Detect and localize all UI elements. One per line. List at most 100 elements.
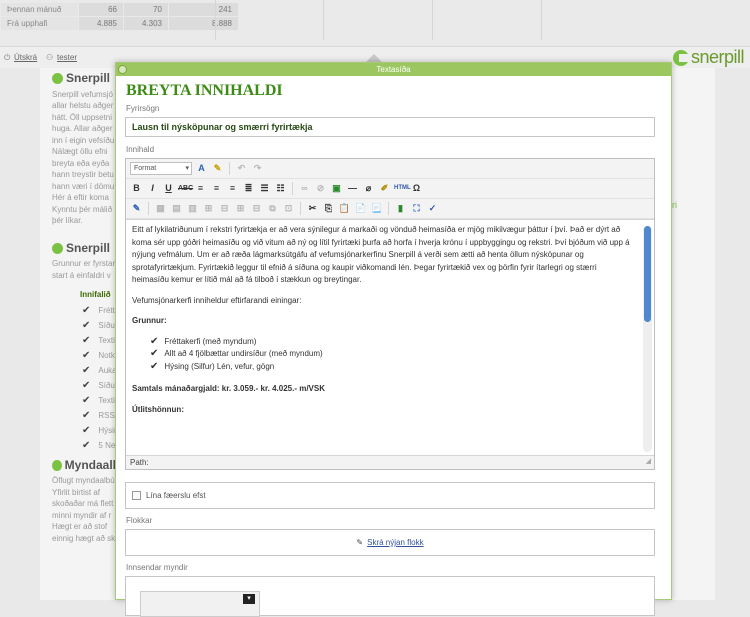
underline-icon[interactable]: U bbox=[162, 182, 175, 195]
title-field-label: Fyrirsögn bbox=[126, 104, 160, 113]
section-text: Grunnur er fyrstar start á einfaldri v bbox=[52, 259, 116, 280]
fullscreen-icon[interactable]: ⛶ bbox=[410, 202, 423, 215]
stats-divider bbox=[323, 0, 324, 40]
title-input[interactable]: Lausn til nýsköpunar og smærri fyrirtækj… bbox=[125, 117, 655, 137]
editor-path-bar: Path: bbox=[126, 455, 654, 469]
scrollbar-thumb[interactable] bbox=[644, 226, 651, 322]
images-box: ▾ bbox=[125, 576, 655, 617]
section-text: Öflugt myndaalbúm Yfirlit birtist af sko… bbox=[52, 476, 120, 543]
section-heading: Snerpill bbox=[52, 242, 120, 255]
strikethrough-icon[interactable]: ABC bbox=[178, 182, 193, 195]
logout-icon: ⏻ bbox=[4, 53, 11, 62]
align-center-icon[interactable]: ≡ bbox=[210, 182, 223, 195]
stats-cell: 66 bbox=[78, 2, 124, 17]
editor-scrollbar[interactable] bbox=[643, 226, 652, 452]
table-props-icon[interactable]: ▥ bbox=[186, 202, 199, 215]
insert-col-icon[interactable]: ⊞ bbox=[234, 202, 247, 215]
table-row-icon[interactable]: ▤ bbox=[170, 202, 183, 215]
align-right-icon[interactable]: ≡ bbox=[226, 182, 239, 195]
unlink-icon[interactable]: ⊘ bbox=[314, 182, 327, 195]
numbered-list-icon[interactable]: ☷ bbox=[274, 182, 287, 195]
paste-icon[interactable]: 📋 bbox=[338, 202, 351, 215]
content-field-label: Innihald bbox=[126, 145, 155, 154]
check-icon: ✔ bbox=[82, 394, 91, 406]
line-checkbox[interactable] bbox=[132, 491, 141, 500]
background-fragment: ri bbox=[672, 200, 677, 210]
stats-divider bbox=[541, 0, 542, 40]
content-paragraph: Vefumsjónarkerfi inniheldur eftirfarandi… bbox=[132, 295, 302, 305]
delete-row-icon[interactable]: ⊟ bbox=[218, 202, 231, 215]
link-icon[interactable]: ∞ bbox=[298, 182, 311, 195]
stats-row-label: Þennan mánuð bbox=[0, 2, 79, 17]
table-icon[interactable]: ▦ bbox=[154, 202, 167, 215]
editor-toolbar-row: B I U ABC ≡ ≡ ≡ ≣ ☰ ☷ ∞ ⊘ ▣ — ⌀ ✐ HTML Ω bbox=[126, 179, 654, 199]
list-item: ✔ Hýsing (Silfur) Lén, vefur, gögn bbox=[150, 360, 275, 372]
page-title: BREYTA INNIHALDI bbox=[126, 82, 283, 99]
check-icon: ✔ bbox=[150, 360, 159, 372]
list-item: ✔ Allt að 4 fjölbættar undirsíður (með my… bbox=[150, 348, 323, 359]
editor-content[interactable]: Eitt af lykilatriðunum í rekstri fyrirtæ… bbox=[126, 219, 654, 455]
cut-icon[interactable]: ✂ bbox=[306, 202, 319, 215]
snerpill-logo-icon bbox=[672, 49, 689, 66]
toolbar-separator bbox=[388, 202, 389, 215]
highlight-icon[interactable]: ✎ bbox=[211, 162, 224, 175]
clean-icon[interactable]: ✐ bbox=[378, 182, 391, 195]
image-icon[interactable]: ▣ bbox=[330, 182, 343, 195]
split-cells-icon[interactable]: ⊡ bbox=[282, 202, 295, 215]
logout-link[interactable]: Útskrá bbox=[14, 53, 37, 62]
user-link[interactable]: tester bbox=[57, 53, 77, 62]
stats-cell: 4.303 bbox=[123, 16, 169, 31]
remove-format-icon[interactable]: ⌀ bbox=[362, 182, 375, 195]
background-content: Snerpill Snerpill vefumsjó allar helstu … bbox=[50, 68, 134, 544]
italic-icon[interactable]: I bbox=[146, 182, 159, 195]
check-icon: ✔ bbox=[82, 424, 91, 436]
toolbar-separator bbox=[148, 202, 149, 215]
brand-name: snerpill bbox=[690, 47, 745, 67]
line-checkbox-label: Lína fæerslu efst bbox=[146, 491, 206, 500]
html-icon[interactable]: HTML bbox=[394, 182, 411, 195]
dialog-pointer bbox=[366, 54, 382, 62]
line-option-box: Lína fæerslu efst bbox=[125, 482, 655, 509]
check-icon: ✔ bbox=[82, 349, 91, 361]
stats-divider bbox=[432, 0, 433, 40]
format-select[interactable]: Format bbox=[130, 162, 192, 175]
section-heading: Myndaalb bbox=[52, 459, 120, 472]
check-icon: ✔ bbox=[82, 439, 91, 451]
merge-cells-icon[interactable]: ⧉ bbox=[266, 202, 279, 215]
editor-toolbar-row: Format A ✎ ↶ ↷ bbox=[126, 159, 654, 179]
stats-cell: 70 bbox=[123, 2, 169, 17]
redo-icon[interactable]: ↷ bbox=[251, 162, 264, 175]
delete-col-icon[interactable]: ⊟ bbox=[250, 202, 263, 215]
close-icon[interactable] bbox=[118, 65, 127, 74]
leaf-icon bbox=[52, 73, 63, 85]
character-map-icon[interactable]: Ω bbox=[410, 182, 423, 195]
chevron-down-icon[interactable]: ▾ bbox=[243, 594, 255, 604]
uploaded-image-thumbnail[interactable]: ▾ bbox=[140, 591, 260, 617]
table-row: Frá upphafi 4.885 4.303 8.888 bbox=[0, 16, 239, 31]
stats-row-label: Frá upphafi bbox=[0, 16, 79, 31]
undo-icon[interactable]: ↶ bbox=[235, 162, 248, 175]
content-price: Samtals mánaðargjald: kr. 3.059.- kr. 4.… bbox=[132, 384, 325, 393]
font-color-icon[interactable]: A bbox=[195, 162, 208, 175]
bold-icon[interactable]: B bbox=[130, 182, 143, 195]
align-left-icon[interactable]: ≡ bbox=[194, 182, 207, 195]
paste-word-icon[interactable]: 📃 bbox=[370, 202, 383, 215]
check-icon: ✔ bbox=[82, 379, 91, 391]
brand-logo[interactable]: snerpill bbox=[672, 47, 745, 68]
bullet-list-icon[interactable]: ☰ bbox=[258, 182, 271, 195]
media-icon[interactable]: ▮ bbox=[394, 202, 407, 215]
insert-row-icon[interactable]: ⊞ bbox=[202, 202, 215, 215]
edit-icon[interactable]: ✎ bbox=[130, 202, 143, 215]
copy-icon[interactable]: ⎘ bbox=[322, 202, 335, 215]
list-item: ✔ Fréttakerfi (með myndum) bbox=[150, 335, 257, 347]
rich-text-editor: Format A ✎ ↶ ↷ B I U ABC ≡ ≡ ≡ ≣ ☰ ☷ ∞ ⊘ bbox=[125, 158, 655, 470]
content-group-heading: Grunnur: bbox=[132, 316, 167, 325]
stats-cell: 8.888 bbox=[168, 16, 239, 31]
paste-text-icon[interactable]: 📄 bbox=[354, 202, 367, 215]
top-stats-area: Þennan mánuð 66 70 241 Frá upphafi 4.885… bbox=[0, 0, 750, 44]
justify-icon[interactable]: ≣ bbox=[242, 182, 255, 195]
horizontal-rule-icon[interactable]: — bbox=[346, 182, 359, 195]
new-tag-link[interactable]: Skrá nýjan flokk bbox=[367, 538, 423, 547]
spellcheck-icon[interactable]: ✓ bbox=[426, 202, 439, 215]
dialog-title: Textasíða bbox=[376, 65, 411, 74]
